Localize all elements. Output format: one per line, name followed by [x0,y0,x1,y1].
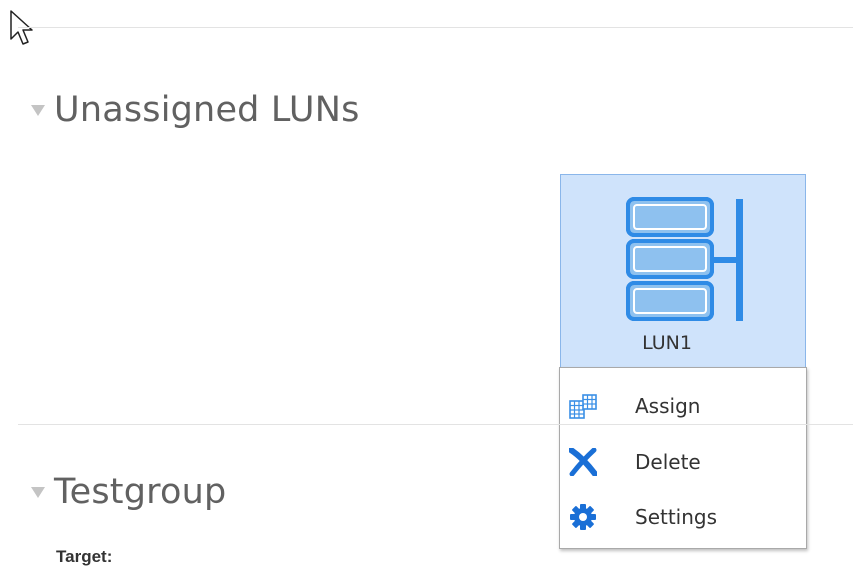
menu-item-assign[interactable]: Assign [560,382,806,430]
mouse-cursor-icon [10,10,33,45]
unassigned-luns-header[interactable]: Unassigned LUNs [31,90,360,130]
page: Unassigned LUNs LUN1 Assign Delete Setti… [0,0,853,572]
lun-label: LUN1 [642,332,692,354]
delete-label: Delete [635,450,701,474]
section-title: Testgroup [54,472,227,512]
testgroup-header[interactable]: Testgroup [31,472,226,512]
section-divider [18,424,853,425]
menu-item-settings[interactable]: Settings [560,493,806,541]
delete-x-icon [569,448,597,476]
section-title: Unassigned LUNs [54,90,360,130]
storage-lun-icon [626,197,743,321]
collapse-triangle-icon[interactable] [31,104,45,116]
menu-item-delete[interactable]: Delete [560,438,806,486]
target-label: Target: [56,547,113,566]
lun-tile[interactable]: LUN1 [560,174,806,368]
collapse-triangle-icon[interactable] [31,486,45,498]
settings-label: Settings [635,505,718,529]
gear-icon [570,504,596,530]
context-menu: Assign Delete Settings [559,367,807,549]
top-divider [18,27,853,28]
assign-grid-icon [569,394,597,419]
assign-label: Assign [635,394,701,418]
